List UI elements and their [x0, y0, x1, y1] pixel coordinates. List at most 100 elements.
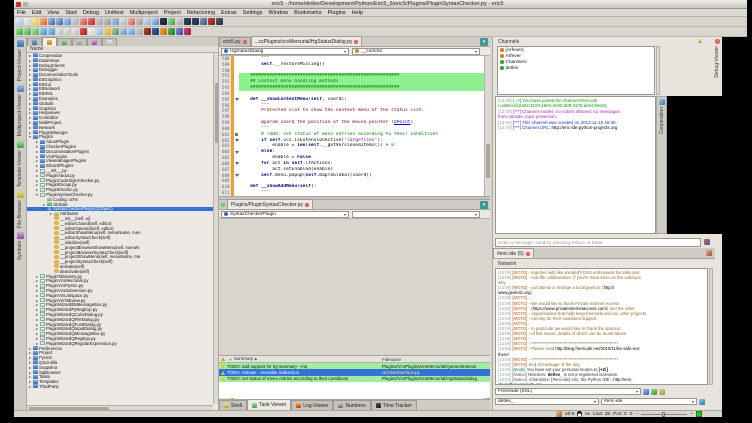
- toolbar-icon[interactable]: [216, 18, 223, 25]
- sidebar-tab[interactable]: Project-Viewer: [17, 40, 24, 81]
- toolbar-icon[interactable]: [24, 28, 31, 35]
- bottom-panel-tab[interactable]: Task-Viewer: [247, 399, 291, 410]
- project-browser-tab[interactable]: [102, 38, 117, 46]
- toolbar-icon[interactable]: [184, 28, 191, 35]
- method-combo[interactable]: __commit▾: [352, 48, 480, 55]
- toolbar-icon[interactable]: [144, 28, 151, 35]
- zoom-in-icon[interactable]: +: [690, 412, 693, 417]
- toolbar-icon[interactable]: [136, 28, 143, 35]
- toolbar-icon[interactable]: [152, 18, 159, 25]
- user-list-scrollbar[interactable]: [656, 46, 660, 95]
- top-editor-scrollbar[interactable]: [484, 56, 490, 196]
- edit-network-icon[interactable]: [643, 389, 649, 395]
- close-tab-icon[interactable]: [305, 203, 309, 207]
- toolbar-icon[interactable]: [176, 18, 183, 25]
- toolbar-icon[interactable]: [56, 28, 63, 35]
- toolbar-icon[interactable]: [48, 18, 55, 25]
- toolbar-icon[interactable]: [40, 18, 47, 25]
- menu-item[interactable]: Debug: [80, 10, 102, 16]
- class-combo[interactable]: HgStatusDialog▾: [221, 48, 349, 55]
- method-combo[interactable]: ▾: [352, 211, 480, 218]
- toolbar-icon[interactable]: [40, 28, 47, 35]
- toolbar-icon[interactable]: [56, 18, 63, 25]
- task-row[interactable]: TODO: release - reenable redirection UI/…: [219, 369, 490, 375]
- toolbar-icon[interactable]: [152, 28, 159, 35]
- toolbar-icon[interactable]: [88, 28, 95, 35]
- project-browser-tab[interactable]: [42, 37, 57, 46]
- project-browser-tab[interactable]: [57, 38, 72, 46]
- toolbar-icon[interactable]: [128, 28, 135, 35]
- menu-item[interactable]: Extras: [218, 10, 240, 16]
- menu-item[interactable]: Window: [266, 10, 292, 16]
- toolbar-icon[interactable]: [72, 28, 79, 35]
- channels-filter-icon[interactable]: [698, 39, 702, 43]
- bottom-panel-tab[interactable]: Time Tracker: [371, 400, 417, 410]
- sidebar-tab-cooperation[interactable]: Cooperation: [659, 107, 665, 134]
- sidebar-tab[interactable]: File-Browser: [17, 191, 24, 228]
- toolbar-icon[interactable]: [176, 28, 183, 35]
- menu-item[interactable]: Bookmarks: [291, 10, 325, 16]
- task-row[interactable]: TODO: add support for hg summary --mq Pl…: [219, 363, 490, 369]
- task-row[interactable]: TODO: set status of menu entries accordi…: [219, 376, 490, 382]
- toolbar-icon[interactable]: [104, 18, 111, 25]
- toolbar-icon[interactable]: [112, 18, 119, 25]
- menu-item[interactable]: File: [14, 10, 29, 16]
- toolbar-icon[interactable]: [120, 18, 127, 25]
- toolbar-icon[interactable]: [136, 18, 143, 25]
- toolbar-icon[interactable]: [160, 28, 167, 35]
- toolbar-icon[interactable]: [64, 28, 71, 35]
- nickname-combo[interactable]: detlev_▾: [495, 398, 599, 405]
- zoom-out-icon[interactable]: −: [635, 412, 638, 417]
- server-combo[interactable]: Freenode (SSL)▾: [495, 388, 641, 395]
- summary-column-header[interactable]: Summary ▴: [234, 356, 382, 362]
- irc-channel-tab[interactable]: #eric-ide (5): [493, 248, 534, 258]
- connect-icon[interactable]: [659, 389, 665, 395]
- toolbar-icon[interactable]: [104, 28, 111, 35]
- menu-item[interactable]: Help: [349, 10, 366, 16]
- toolbar-icon[interactable]: [32, 18, 39, 25]
- toolbar-icon[interactable]: [32, 28, 39, 35]
- editor-tab[interactable]: Plugins/PluginSyntaxChecker.py: [227, 199, 313, 209]
- toolbar-icon[interactable]: [168, 18, 175, 25]
- toolbar-icon[interactable]: [16, 18, 23, 25]
- tab-list-button[interactable]: ▾: [480, 201, 488, 209]
- menu-item[interactable]: Multiproject: [127, 10, 161, 16]
- project-browser-tab[interactable]: [27, 38, 42, 46]
- bottom-panel-tab[interactable]: Shell: [219, 400, 247, 410]
- class-combo[interactable]: SyntaxCheckerPlugin▾: [221, 211, 349, 218]
- channel-actions-icon[interactable]: [706, 250, 712, 256]
- tree-vertical-scrollbar[interactable]: [213, 53, 218, 404]
- project-browser-tab[interactable]: [87, 38, 102, 46]
- toolbar-icon[interactable]: [96, 28, 103, 35]
- channel-combo[interactable]: #eric-ide▾: [601, 398, 697, 405]
- top-editor[interactable]: 588 """ 589 self.__restoreMissing() 590: [219, 56, 490, 196]
- menu-item[interactable]: Settings: [240, 10, 266, 16]
- toolbar-icon[interactable]: [24, 18, 31, 25]
- filename-column-header[interactable]: Filename: [382, 357, 490, 362]
- tree-item[interactable]: ▸ ThirdParty: [27, 384, 213, 389]
- close-tab-icon[interactable]: [354, 40, 358, 44]
- filter-icon[interactable]: [221, 357, 225, 361]
- leave-channel-icon[interactable]: [526, 252, 530, 256]
- toolbar-icon[interactable]: [64, 18, 71, 25]
- title-bar[interactable]: eric5 - /home/detlev/Development/Python/…: [14, 0, 747, 9]
- menu-item[interactable]: Project: [161, 10, 184, 16]
- toolbar-icon[interactable]: [144, 18, 151, 25]
- tree-header[interactable]: Name: [27, 46, 218, 53]
- toolbar-icon[interactable]: [208, 18, 215, 25]
- task-viewer-header[interactable]: + Summary ▴ Filename: [219, 356, 490, 363]
- menu-item[interactable]: View: [44, 10, 62, 16]
- sidebar-tab-debug-viewer[interactable]: Debug-Viewer: [714, 46, 720, 78]
- editor-tab[interactable]: eric5.py: [219, 37, 251, 46]
- window-menu-icon[interactable]: [16, 2, 21, 7]
- toolbar-icon[interactable]: [200, 18, 207, 25]
- toolbar-icon[interactable]: [184, 18, 191, 25]
- toolbar-icon[interactable]: [96, 18, 103, 25]
- toolbar-icon[interactable]: [120, 28, 127, 35]
- bottom-panel-tab[interactable]: Log-Viewer: [291, 400, 333, 410]
- toolbar-icon[interactable]: [48, 28, 55, 35]
- user-list-item[interactable]: detlev: [498, 65, 654, 71]
- menu-item[interactable]: Refactoring: [184, 10, 218, 16]
- toolbar-icon[interactable]: [128, 18, 135, 25]
- join-channel-icon[interactable]: [699, 399, 705, 405]
